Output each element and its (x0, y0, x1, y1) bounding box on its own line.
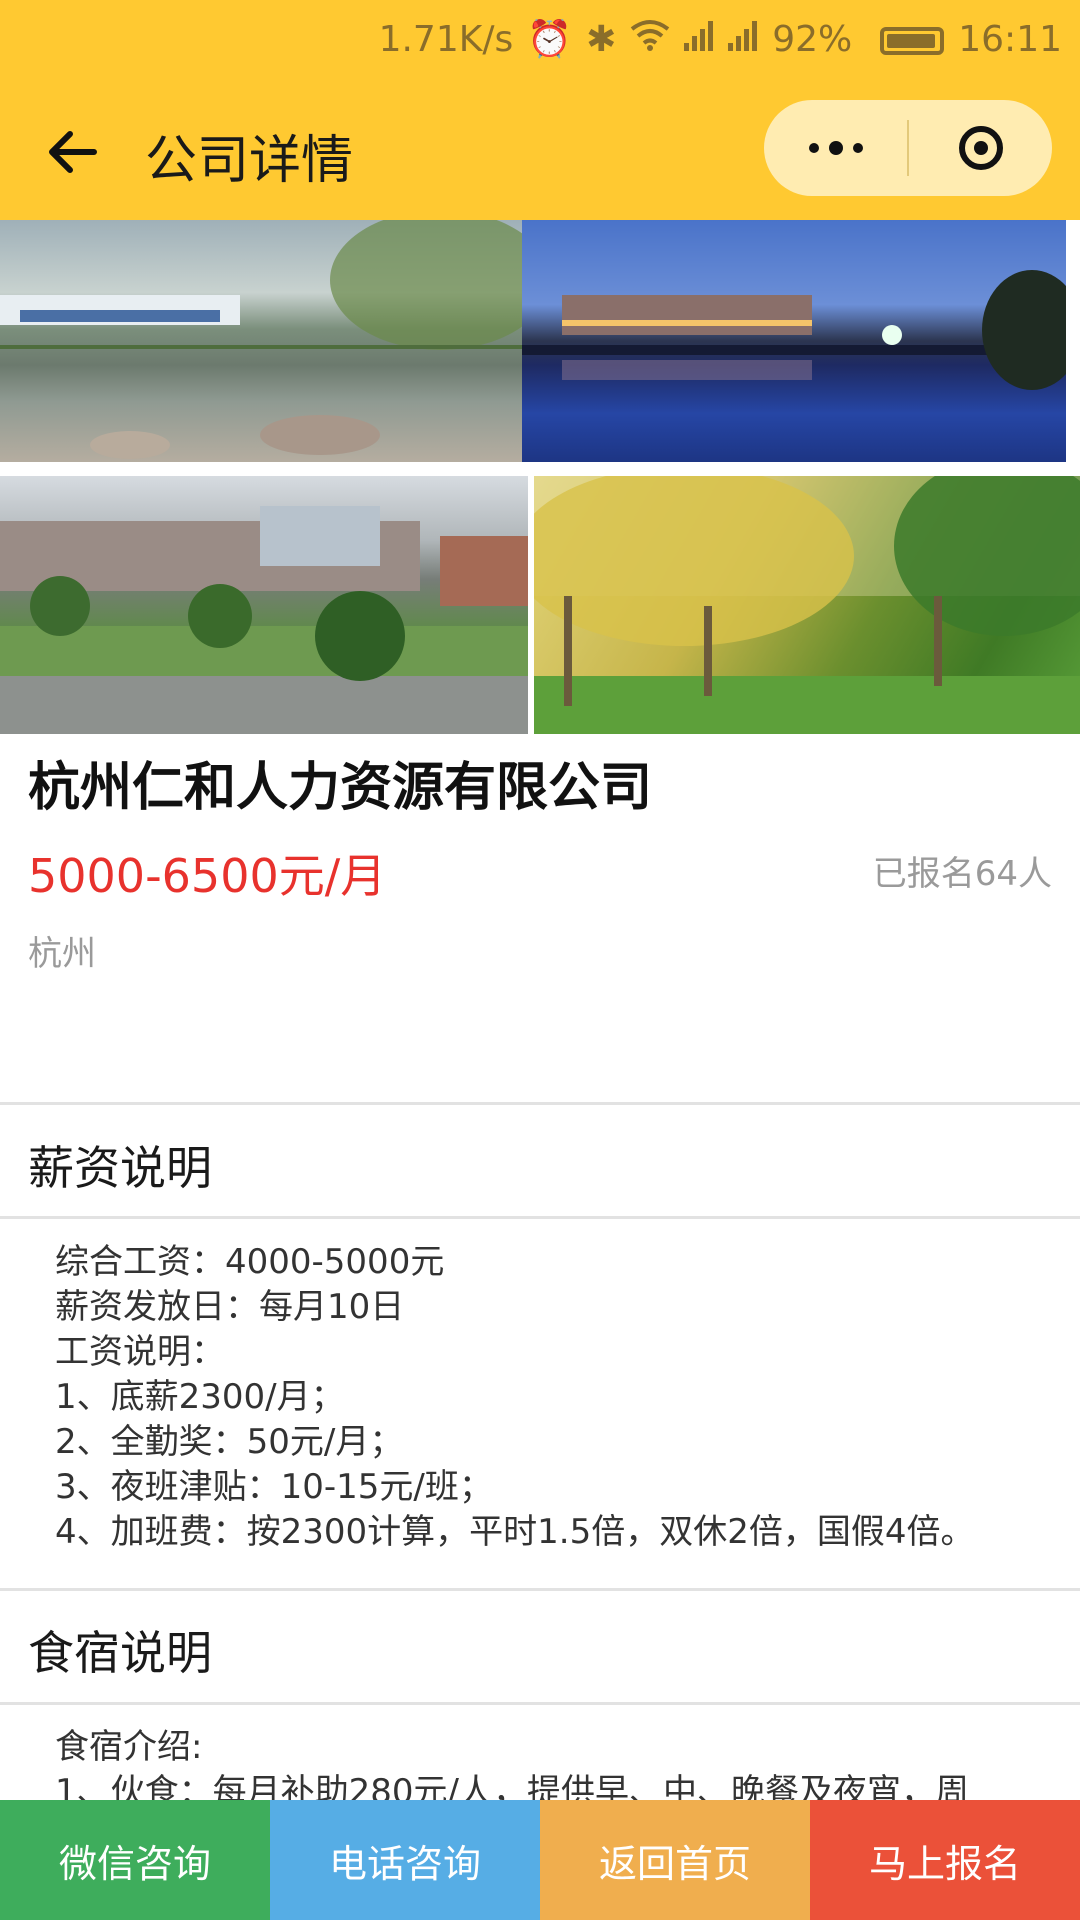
section-divider (0, 1588, 1080, 1591)
salary-line: 薪资发放日：每月10日 (55, 1287, 405, 1327)
company-name: 杭州仁和人力资源有限公司 (28, 758, 653, 818)
salary-line: 2、全勤奖：50元/月； (55, 1422, 404, 1462)
salary-line: 1、底薪2300/月； (55, 1377, 345, 1417)
company-photo-ginkgo-trees[interactable] (534, 476, 1080, 734)
section-divider (0, 1102, 1080, 1105)
salary-range: 5000-6500元/月 (28, 849, 387, 903)
salary-line: 综合工资：4000-5000元 (55, 1242, 445, 1282)
salary-section-body: 综合工资：4000-5000元 薪资发放日：每月10日 工资说明： 1、底薪23… (55, 1240, 975, 1555)
section-divider (0, 1702, 1080, 1705)
wifi-icon (630, 19, 670, 60)
status-bar: 1.71K/s ⏰ ✱ 92% 16:11 (0, 0, 1080, 78)
nav-bar: 公司详情 (0, 78, 1080, 220)
wechat-consult-button[interactable]: 微信咨询 (0, 1800, 270, 1920)
salary-line: 3、夜班津贴：10-15元/班； (55, 1467, 493, 1507)
salary-line: 4、加班费：按2300计算，平时1.5倍，双休2倍，国假4倍。 (55, 1512, 975, 1552)
network-speed: 1.71K/s (378, 18, 514, 60)
battery-percent: 92% (772, 18, 853, 60)
company-photo-lake-night[interactable] (522, 220, 1066, 462)
signal-icon-2 (728, 19, 758, 60)
phone-consult-button[interactable]: 电话咨询 (270, 1800, 540, 1920)
lodging-line: 食宿介绍: (55, 1727, 203, 1767)
alarm-icon: ⏰ (527, 19, 573, 60)
salary-line: 工资说明： (55, 1332, 225, 1372)
bottom-action-bar: 微信咨询 电话咨询 返回首页 马上报名 (0, 1800, 1080, 1920)
signal-icon-1 (684, 19, 714, 60)
section-divider (0, 1216, 1080, 1219)
bluetooth-icon: ✱ (586, 18, 617, 60)
close-miniprogram-icon[interactable] (909, 100, 1052, 196)
clock: 16:11 (958, 18, 1062, 60)
more-icon[interactable] (764, 100, 907, 196)
apply-now-button[interactable]: 马上报名 (810, 1800, 1080, 1920)
company-photo-lake-day[interactable] (0, 220, 522, 462)
salary-section-title: 薪资说明 (28, 1141, 212, 1195)
miniprogram-capsule (764, 100, 1052, 196)
back-arrow-icon[interactable] (44, 122, 104, 182)
company-photo-buildings[interactable] (0, 476, 528, 734)
page-title: 公司详情 (145, 131, 354, 191)
lodging-section-title: 食宿说明 (28, 1626, 212, 1680)
company-location: 杭州 (28, 934, 96, 974)
back-home-button[interactable]: 返回首页 (540, 1800, 810, 1920)
battery-icon (866, 19, 945, 60)
signup-count: 已报名64人 (872, 854, 1052, 894)
